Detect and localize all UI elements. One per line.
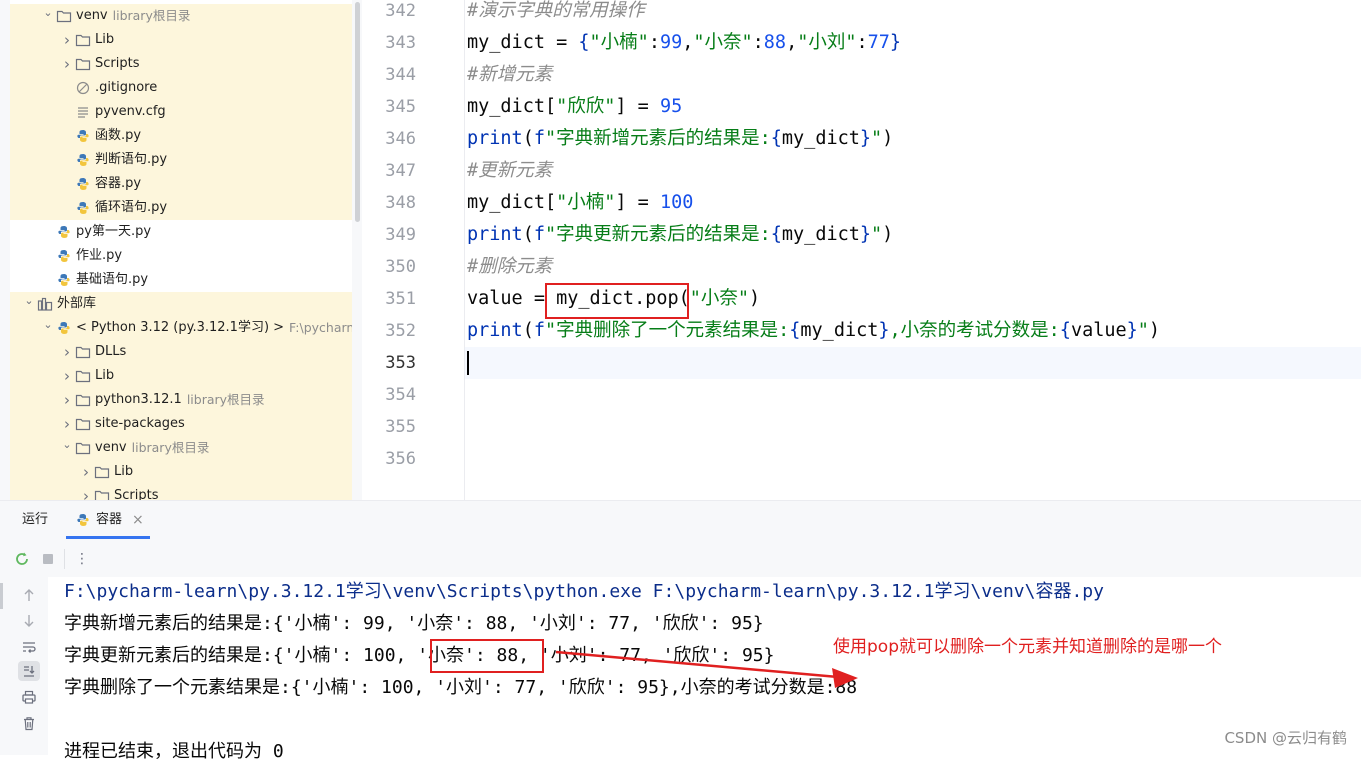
annotation-text: 使用pop就可以删除一个元素并知道删除的是哪一个 <box>833 637 1222 657</box>
watermark: CSDN @云归有鹤 <box>1224 729 1347 747</box>
